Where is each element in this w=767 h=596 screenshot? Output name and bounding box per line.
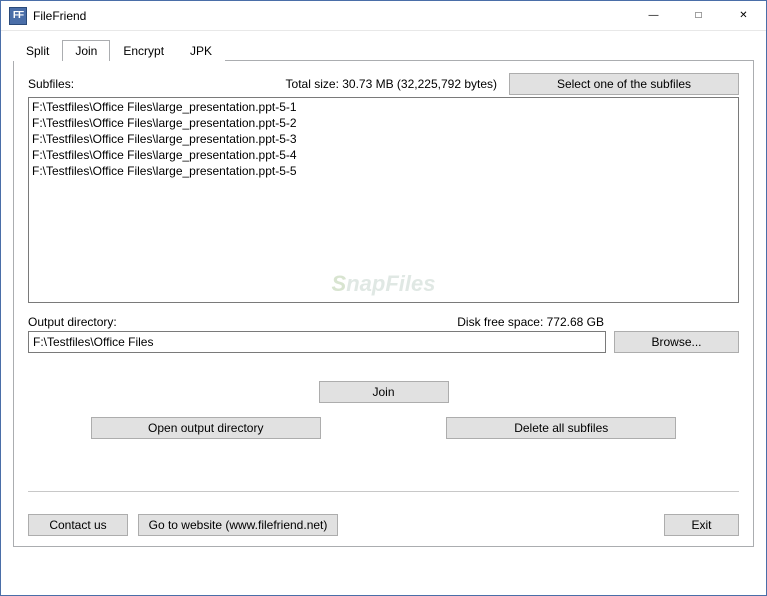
- titlebar: FF FileFriend — □ ✕: [1, 1, 766, 31]
- tab-join[interactable]: Join: [62, 40, 110, 61]
- content-area: Split Join Encrypt JPK Subfiles: Total s…: [1, 31, 766, 557]
- select-subfile-button[interactable]: Select one of the subfiles: [509, 73, 739, 95]
- contact-button[interactable]: Contact us: [28, 514, 128, 536]
- tab-encrypt[interactable]: Encrypt: [110, 40, 177, 61]
- subfiles-label: Subfiles:: [28, 77, 74, 91]
- join-button[interactable]: Join: [319, 381, 449, 403]
- window-title: FileFriend: [33, 9, 86, 23]
- tab-jpk[interactable]: JPK: [177, 40, 225, 61]
- join-panel: Subfiles: Total size: 30.73 MB (32,225,7…: [13, 61, 754, 547]
- maximize-button[interactable]: □: [676, 1, 721, 31]
- open-output-button[interactable]: Open output directory: [91, 417, 321, 439]
- app-icon: FF: [9, 7, 27, 25]
- separator: [28, 491, 739, 492]
- tab-split[interactable]: Split: [13, 40, 62, 61]
- list-item[interactable]: F:\Testfiles\Office Files\large_presenta…: [32, 163, 735, 179]
- tab-bar: Split Join Encrypt JPK: [13, 39, 754, 61]
- output-dir-input[interactable]: [28, 331, 606, 353]
- minimize-button[interactable]: —: [631, 1, 676, 31]
- exit-button[interactable]: Exit: [664, 514, 739, 536]
- output-dir-label: Output directory:: [28, 315, 117, 329]
- browse-button[interactable]: Browse...: [614, 331, 739, 353]
- subfiles-listbox[interactable]: F:\Testfiles\Office Files\large_presenta…: [28, 97, 739, 303]
- delete-subfiles-button[interactable]: Delete all subfiles: [446, 417, 676, 439]
- list-item[interactable]: F:\Testfiles\Office Files\large_presenta…: [32, 115, 735, 131]
- list-item[interactable]: F:\Testfiles\Office Files\large_presenta…: [32, 131, 735, 147]
- website-button[interactable]: Go to website (www.filefriend.net): [138, 514, 338, 536]
- close-button[interactable]: ✕: [721, 1, 766, 31]
- disk-free-text: Disk free space: 772.68 GB: [457, 315, 739, 329]
- list-item[interactable]: F:\Testfiles\Office Files\large_presenta…: [32, 99, 735, 115]
- footer-buttons: Contact us Go to website (www.filefriend…: [28, 514, 739, 536]
- total-size-text: Total size: 30.73 MB (32,225,792 bytes): [286, 77, 497, 91]
- list-item[interactable]: F:\Testfiles\Office Files\large_presenta…: [32, 147, 735, 163]
